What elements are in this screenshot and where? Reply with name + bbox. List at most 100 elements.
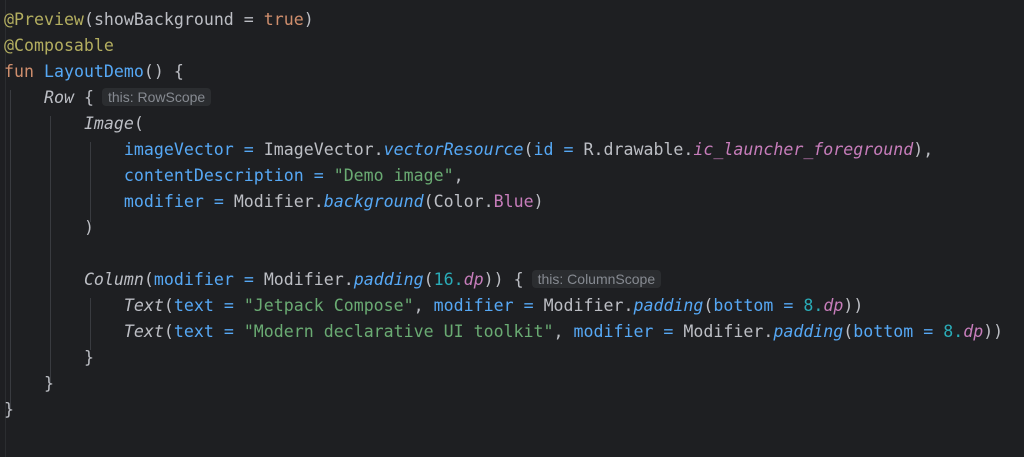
text-call: Text [123, 296, 164, 315]
object-ref: Modifier. [233, 192, 324, 211]
param-name: showBackground [93, 10, 234, 29]
paren: ( [143, 270, 154, 289]
param-name: text [173, 322, 214, 341]
composable-annotation: @Composable [4, 36, 114, 55]
param-name: modifier [433, 296, 514, 315]
param-name: modifier [573, 322, 654, 341]
param-name: id [533, 140, 554, 159]
code-line-2[interactable]: @Composable [4, 33, 114, 59]
object-ref: Color. [433, 192, 494, 211]
text-call: Text [123, 322, 164, 341]
equals: = [773, 296, 804, 315]
paren: )) [983, 322, 1004, 341]
equals: = [233, 140, 264, 159]
paren: ) [303, 10, 314, 29]
object-ref: ImageVector. [263, 140, 384, 159]
bool-value: true [263, 10, 304, 29]
resource-ref: R.drawable. [583, 140, 694, 159]
paren: )) { [483, 270, 524, 289]
paren: ( [843, 322, 854, 341]
paren: ( [83, 10, 94, 29]
brace: } [83, 348, 94, 367]
paren: ( [163, 296, 174, 315]
equals: = [513, 296, 544, 315]
brace: } [4, 400, 14, 419]
equals: = [653, 322, 684, 341]
unit: dp [963, 322, 984, 341]
equals: = [913, 322, 944, 341]
unit: dp [823, 296, 844, 315]
number-literal: 16. [433, 270, 464, 289]
image-call: Image [83, 114, 134, 133]
equals: = [303, 166, 334, 185]
code-line-13[interactable]: Text(text = "Modern declarative UI toolk… [4, 319, 1003, 345]
method-call: vectorResource [383, 140, 524, 159]
method-call: padding [353, 270, 424, 289]
comma: , [453, 166, 464, 185]
comma: , [413, 296, 434, 315]
preview-annotation: @Preview [4, 10, 84, 29]
paren: )) [843, 296, 864, 315]
property: Blue [493, 192, 534, 211]
code-line-11[interactable]: Column(modifier = Modifier.padding(16.dp… [4, 267, 662, 293]
fun-keyword: fun [4, 62, 34, 81]
paren: ( [163, 322, 174, 341]
string-literal: "Jetpack Compose" [243, 296, 414, 315]
number-literal: 8. [803, 296, 824, 315]
code-line-3[interactable]: fun LayoutDemo() { [4, 59, 184, 85]
method-call: background [323, 192, 424, 211]
comma: , [553, 322, 574, 341]
unit: dp [463, 270, 484, 289]
equals: = [213, 296, 244, 315]
number-literal: 8. [943, 322, 964, 341]
string-literal: "Modern declarative UI toolkit" [243, 322, 554, 341]
column-call: Column [83, 270, 144, 289]
code-line-5[interactable]: Image( [4, 111, 144, 137]
method-call: padding [633, 296, 704, 315]
code-line-9[interactable]: ) [4, 215, 94, 241]
code-editor[interactable]: @Preview(showBackground = true) @Composa… [0, 0, 1024, 457]
paren: ( [523, 140, 534, 159]
inlay-hint: this: RowScope [101, 88, 212, 106]
inlay-hint: this: ColumnScope [531, 270, 662, 288]
param-name: imageVector [123, 140, 234, 159]
equals: = [213, 322, 244, 341]
paren: ( [133, 114, 144, 133]
row-call: Row [43, 88, 74, 107]
object-ref: Modifier. [543, 296, 634, 315]
object-ref: Modifier. [683, 322, 774, 341]
param-name: bottom [713, 296, 774, 315]
code-line-4[interactable]: Row { this: RowScope [4, 85, 212, 111]
code-line-8[interactable]: modifier = Modifier.background(Color.Blu… [4, 189, 544, 215]
equals: = [553, 140, 584, 159]
param-name: text [173, 296, 214, 315]
param-name: modifier [123, 192, 204, 211]
paren: ( [423, 270, 434, 289]
equals: = [233, 10, 264, 29]
brace: { [73, 88, 94, 107]
paren: ) [533, 192, 544, 211]
code-line-15[interactable]: } [4, 371, 54, 397]
brace: } [43, 374, 54, 393]
resource-name: ic_launcher_foreground [693, 140, 914, 159]
code-line-14[interactable]: } [4, 345, 94, 371]
code-line-6[interactable]: imageVector = ImageVector.vectorResource… [4, 137, 933, 163]
paren: ( [423, 192, 434, 211]
paren: ) [83, 218, 94, 237]
paren: ), [913, 140, 934, 159]
param-name: modifier [153, 270, 234, 289]
method-call: padding [773, 322, 844, 341]
code-line-1[interactable]: @Preview(showBackground = true) [4, 7, 314, 33]
paren: ( [703, 296, 714, 315]
param-name: contentDescription [123, 166, 304, 185]
signature-rest: () { [143, 62, 184, 81]
function-name: LayoutDemo [43, 62, 144, 81]
code-line-7[interactable]: contentDescription = "Demo image", [4, 163, 464, 189]
object-ref: Modifier. [263, 270, 354, 289]
equals: = [233, 270, 264, 289]
equals: = [203, 192, 234, 211]
param-name: bottom [853, 322, 914, 341]
code-line-16[interactable]: } [4, 397, 14, 423]
code-line-12[interactable]: Text(text = "Jetpack Compose", modifier … [4, 293, 863, 319]
string-literal: "Demo image" [333, 166, 454, 185]
